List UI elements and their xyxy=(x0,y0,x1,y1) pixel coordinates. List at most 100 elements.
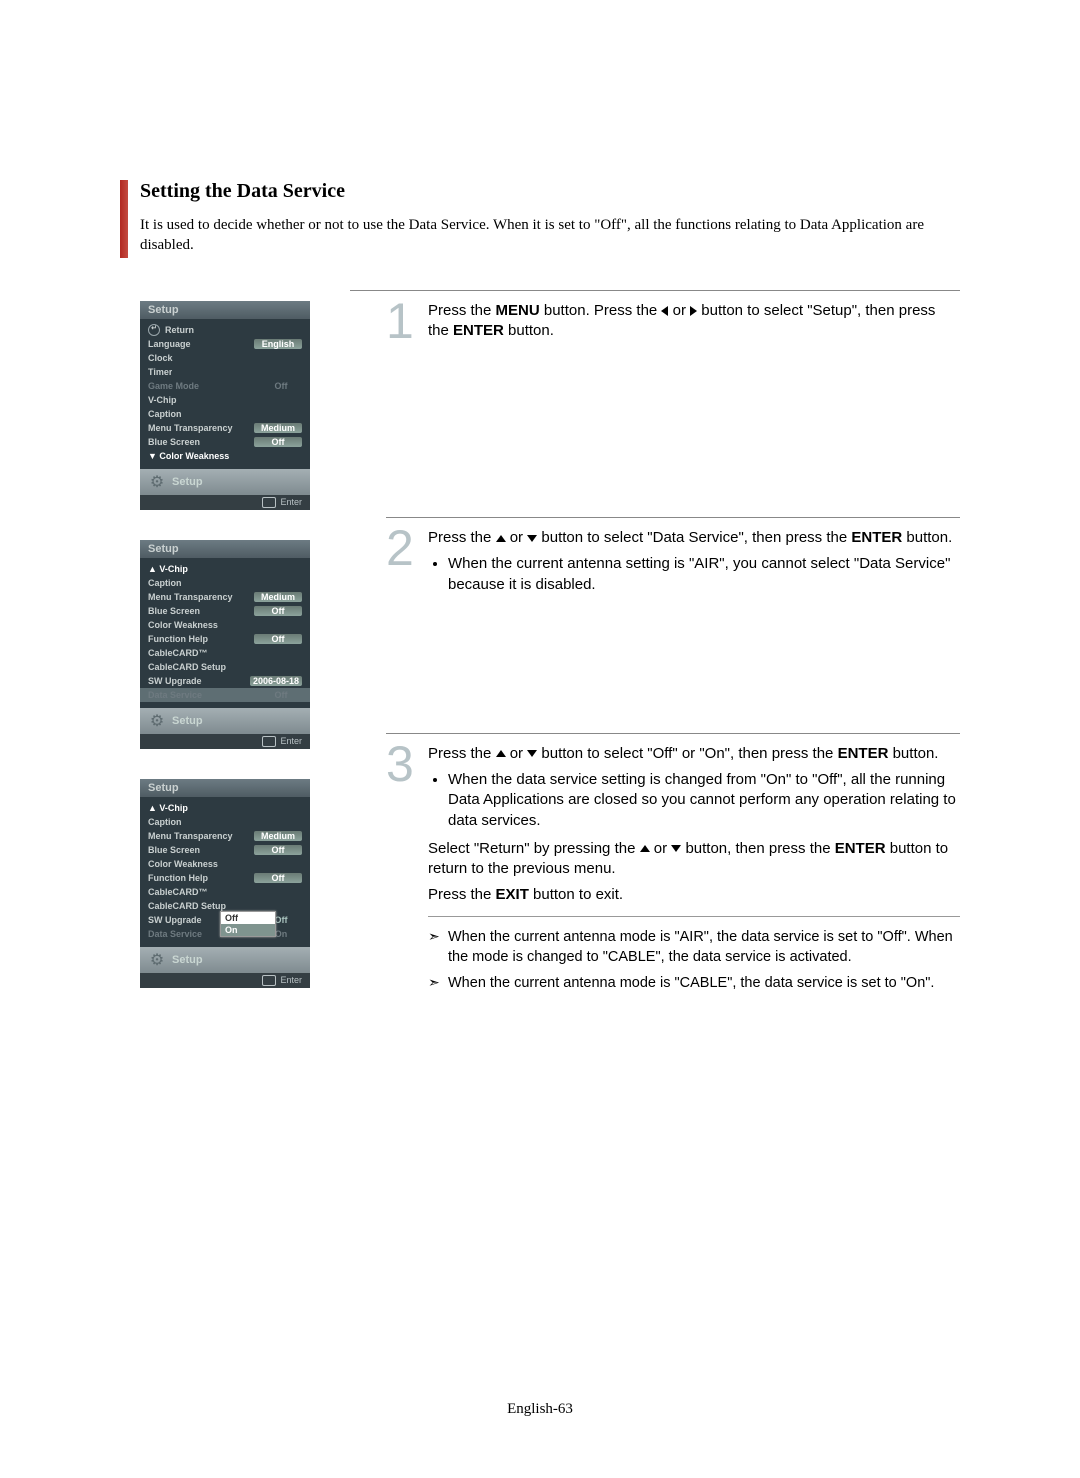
text: or xyxy=(506,745,528,762)
text: button. xyxy=(902,529,952,546)
osd-row: Menu Transparency xyxy=(148,423,233,433)
up-arrow-icon xyxy=(496,750,506,757)
gear-icon: ⚙ xyxy=(148,712,166,730)
step-bullet: When the data service setting is changed… xyxy=(448,770,960,831)
section-title: Setting the Data Service xyxy=(140,180,960,203)
osd-popup-option: Off xyxy=(221,912,275,924)
osd-value: Off xyxy=(260,690,302,700)
osd-row: Color Weakness xyxy=(148,859,218,869)
down-arrow-icon xyxy=(527,750,537,757)
osd-row: Color Weakness xyxy=(148,620,218,630)
osd-row: Data Service xyxy=(148,690,202,700)
osd-title: Setup xyxy=(140,540,310,558)
page-footer: English-63 xyxy=(0,1401,1080,1418)
divider xyxy=(428,916,960,917)
enter-icon xyxy=(262,736,276,747)
text: or xyxy=(668,302,690,319)
osd-value: 2006-08-18 xyxy=(250,676,302,686)
note-text: When the current antenna mode is "CABLE"… xyxy=(448,973,934,993)
osd-row: Data Service xyxy=(148,929,202,939)
text: button, then press the xyxy=(681,840,834,857)
osd-enter-label: Enter xyxy=(280,975,302,985)
text-bold: ENTER xyxy=(835,840,886,857)
text: button. xyxy=(888,745,938,762)
osd-popup-option: On xyxy=(221,924,275,936)
osd-row: ▼ Color Weakness xyxy=(148,451,229,461)
enter-icon xyxy=(262,497,276,508)
divider xyxy=(350,290,960,291)
osd-row: Language xyxy=(148,339,191,349)
osd-row: SW Upgrade xyxy=(148,676,202,686)
osd-row: Blue Screen xyxy=(148,845,200,855)
text-bold: ENTER xyxy=(851,529,902,546)
section-intro: It is used to decide whether or not to u… xyxy=(140,215,960,256)
osd-value: Medium xyxy=(254,831,302,841)
osd-enter-label: Enter xyxy=(280,497,302,507)
osd-row: CableCARD™ xyxy=(148,887,208,897)
osd-value: Medium xyxy=(254,423,302,433)
osd-row: Menu Transparency xyxy=(148,831,233,841)
down-arrow-icon xyxy=(527,535,537,542)
osd-row: Function Help xyxy=(148,634,208,644)
osd-panel-2: Setup ▲ V-Chip Caption Menu Transparency… xyxy=(140,540,310,749)
osd-value: Off xyxy=(260,381,302,391)
text: button to select "Data Service", then pr… xyxy=(537,529,851,546)
gear-icon: ⚙ xyxy=(148,473,166,491)
text-bold: ENTER xyxy=(453,322,504,339)
osd-value: Off xyxy=(254,437,302,447)
osd-row: Clock xyxy=(148,353,173,363)
text: button to select "Off" or "On", then pre… xyxy=(537,745,837,762)
divider xyxy=(386,733,960,734)
return-icon: ↵ xyxy=(148,324,160,336)
osd-row: Caption xyxy=(148,409,182,419)
osd-row: Function Help xyxy=(148,873,208,883)
osd-return-row: ↵ Return xyxy=(140,323,310,337)
osd-title: Setup xyxy=(140,301,310,319)
osd-enter-label: Enter xyxy=(280,736,302,746)
enter-icon xyxy=(262,975,276,986)
text-bold: EXIT xyxy=(496,886,529,903)
step-bullet: When the current antenna setting is "AIR… xyxy=(448,554,960,595)
osd-screenshots: Setup ↵Return LanguageEnglish Clock Time… xyxy=(140,301,350,1040)
osd-row: Menu Transparency xyxy=(148,592,233,602)
note-text: When the current antenna mode is "AIR", … xyxy=(448,927,960,968)
osd-row: Blue Screen xyxy=(148,606,200,616)
osd-row: Caption xyxy=(148,578,182,588)
osd-return-label: Return xyxy=(165,325,194,335)
osd-row: Caption xyxy=(148,817,182,827)
text: Press the xyxy=(428,886,496,903)
section-accent-bar xyxy=(120,180,128,258)
text: Press the xyxy=(428,529,496,546)
osd-row: Blue Screen xyxy=(148,437,200,447)
osd-row: ▲ V-Chip xyxy=(148,564,188,574)
down-arrow-icon xyxy=(671,845,681,852)
osd-row: CableCARD Setup xyxy=(148,901,226,911)
osd-lower-label: Setup xyxy=(172,715,203,727)
text: button. xyxy=(504,322,554,339)
text: or xyxy=(650,840,672,857)
osd-value: Off xyxy=(254,606,302,616)
osd-panel-3: Setup ▲ V-Chip Caption Menu Transparency… xyxy=(140,779,310,988)
up-arrow-icon xyxy=(496,535,506,542)
osd-lower-label: Setup xyxy=(172,476,203,488)
osd-row: SW Upgrade xyxy=(148,915,202,925)
text: Press the xyxy=(428,302,496,319)
osd-value: Medium xyxy=(254,592,302,602)
instructions: 1 Press the MENU button. Press the or bu… xyxy=(386,301,960,1040)
osd-value: Off xyxy=(254,634,302,644)
osd-title: Setup xyxy=(140,779,310,797)
gear-icon: ⚙ xyxy=(148,951,166,969)
step-number: 1 xyxy=(386,301,424,348)
osd-lower-label: Setup xyxy=(172,954,203,966)
osd-row: Timer xyxy=(148,367,172,377)
osd-row: CableCARD™ xyxy=(148,648,208,658)
text: or xyxy=(506,529,528,546)
osd-row: CableCARD Setup xyxy=(148,662,226,672)
osd-row: Game Mode xyxy=(148,381,199,391)
up-arrow-icon xyxy=(640,845,650,852)
note-bullet-icon: ➣ xyxy=(428,927,442,968)
osd-popup: Off On xyxy=(220,911,276,937)
text-bold: ENTER xyxy=(838,745,889,762)
divider xyxy=(386,517,960,518)
note-bullet-icon: ➣ xyxy=(428,973,442,993)
